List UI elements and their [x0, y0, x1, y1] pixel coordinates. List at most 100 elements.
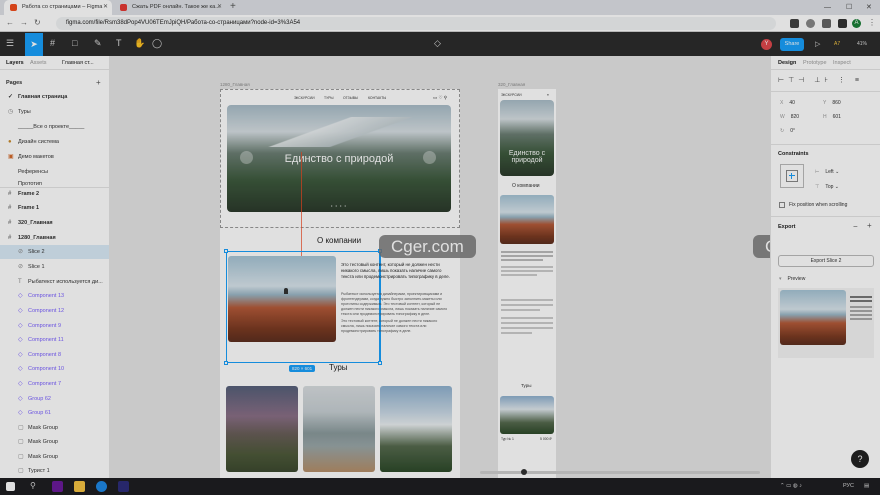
rotation-field[interactable]: ↻ 0° [780, 128, 795, 134]
layer-item[interactable]: ◇ Component 7 [0, 377, 109, 391]
w-field[interactable]: W 820 [780, 114, 799, 120]
windows-start-icon[interactable] [6, 482, 15, 491]
nav-link[interactable]: ЭКСКУРСИИ [294, 96, 315, 100]
layer-item[interactable]: ◇ Component 13 [0, 289, 109, 303]
header-icons[interactable]: ▭ ♡ ⚲ [433, 95, 447, 101]
layer-item[interactable]: ▢ Mask Group [0, 421, 109, 435]
component-icon[interactable]: ◇ [434, 38, 441, 49]
puzzle-icon[interactable] [822, 19, 831, 28]
browser-tab-pdf[interactable]: Сжать PDF онлайн. Такое же ка... ✕ [114, 0, 226, 15]
tour-card[interactable] [303, 386, 375, 472]
design-canvas[interactable]: 1280_Главная 320_Главная ЭКСКУРСИИ ТУРЫ … [110, 56, 770, 478]
music-icon[interactable] [838, 19, 847, 28]
slider-dots[interactable]: • • • • [331, 203, 347, 208]
tray-icons[interactable]: ⌃ ▭ ◍ ♪ [780, 483, 802, 489]
comment-tool-icon[interactable]: ◯ [152, 38, 162, 49]
notifications-icon[interactable]: ▤ [864, 483, 869, 489]
layer-item[interactable]: ▢ Турист 1 [0, 464, 109, 478]
layer-item[interactable]: # Frame 1 [0, 201, 109, 215]
constraint-horizontal[interactable]: ⊢ Left ⌄ [815, 169, 839, 175]
page-item[interactable]: ● Дизайн система [0, 135, 109, 149]
move-tool-icon[interactable]: ➤ [25, 33, 43, 56]
layer-item[interactable]: ▢ Mask Group [0, 450, 109, 464]
layer-item[interactable]: ◇ Component 11 [0, 333, 109, 347]
align-tools[interactable]: ⊢⊤⊣ ⊥⊦ ⋮ ≡ [778, 76, 863, 84]
page-item[interactable]: Референсы [0, 165, 109, 179]
url-field[interactable]: figma.com/file/Rsm38dPop4VU06TEmJpiQH/Ра… [56, 17, 776, 30]
app-icon[interactable] [52, 481, 63, 492]
language-indicator[interactable]: РУС [843, 483, 854, 489]
search-icon[interactable]: ⚲ [30, 481, 36, 490]
tab-layers[interactable]: Layers [6, 60, 24, 66]
fix-scroll-checkbox[interactable] [779, 202, 785, 208]
nav-link[interactable]: ТУРЫ [324, 96, 334, 100]
extension-icon[interactable] [790, 19, 799, 28]
after-effects-icon[interactable] [118, 481, 129, 492]
tab-assets[interactable]: Assets [30, 60, 47, 66]
add-export-icon[interactable]: + [867, 221, 872, 230]
page-item[interactable]: _____Все о проекте_____ [0, 120, 109, 134]
zoom-level[interactable]: 41% [857, 41, 867, 47]
layer-item-selected[interactable]: ⊘ Slice 2 [0, 245, 109, 259]
frame-label-mobile[interactable]: 320_Главная [498, 82, 525, 87]
constraint-vertical[interactable]: ⊤ Top ⌄ [815, 184, 839, 190]
tour-card[interactable] [380, 386, 452, 472]
present-icon[interactable]: ▷ [815, 40, 820, 48]
frame-tool-icon[interactable]: # [50, 38, 55, 48]
nav-link[interactable]: КОНТАКТЫ [368, 96, 386, 100]
tab-page-select[interactable]: Главная ст... [62, 60, 94, 66]
export-button[interactable]: Export Slice 2 [778, 255, 874, 267]
h-field[interactable]: H 601 [823, 114, 841, 120]
page-item[interactable]: Прототип [0, 179, 109, 187]
close-window-icon[interactable]: ✕ [866, 0, 872, 15]
tab-prototype[interactable]: Prototype [803, 60, 827, 66]
forward-icon[interactable]: → [20, 18, 28, 27]
menu-dots-icon[interactable]: ⋮ [868, 18, 876, 27]
layer-item[interactable]: #1280_Главная [0, 231, 109, 245]
layer-item[interactable]: # Frame 2 [0, 187, 109, 201]
tab-inspect[interactable]: Inspect [833, 60, 851, 66]
layer-item[interactable]: ◇ Group 61 [0, 406, 109, 420]
remove-export-icon[interactable]: − [853, 222, 858, 231]
y-field[interactable]: Y 860 [823, 100, 841, 106]
browser-tab-figma[interactable]: Работа со страницами – Figma ✕ [4, 0, 112, 15]
new-tab-icon[interactable]: + [230, 1, 236, 12]
layer-item[interactable]: ◇ Component 8 [0, 348, 109, 362]
profile-avatar[interactable]: A [852, 19, 861, 28]
layer-item[interactable]: T Рыбатекст используется ди... [0, 275, 109, 289]
help-button[interactable]: ? [851, 450, 869, 468]
main-menu-icon[interactable]: ☰ [6, 38, 14, 49]
layer-item[interactable]: #320_Главная [0, 216, 109, 230]
x-field[interactable]: X 40 [780, 100, 795, 106]
resize-handle[interactable] [224, 361, 228, 365]
back-icon[interactable]: ← [6, 18, 14, 27]
share-button[interactable]: Share [780, 38, 804, 51]
text-tool-icon[interactable]: T [116, 38, 122, 48]
hand-tool-icon[interactable]: ✋ [134, 38, 145, 49]
close-tab-icon[interactable]: ✕ [217, 0, 222, 15]
layer-item[interactable]: ⊘ Slice 1 [0, 260, 109, 274]
frame-label-desktop[interactable]: 1280_Главная [220, 82, 250, 87]
scroll-thumb[interactable] [521, 469, 527, 475]
preview-toggle[interactable]: ▾ Preview [779, 276, 805, 282]
pen-tool-icon[interactable]: ✎ [94, 38, 102, 49]
resize-handle[interactable] [224, 249, 228, 253]
mobile-tour-card[interactable] [500, 396, 554, 434]
collaborator-avatar[interactable]: Y [761, 39, 772, 50]
minimize-icon[interactable]: — [824, 0, 831, 15]
chrome-icon[interactable] [96, 481, 107, 492]
reload-icon[interactable]: ↻ [34, 18, 41, 27]
layer-item[interactable]: ◇ Component 9 [0, 319, 109, 333]
layer-item[interactable]: ◇ Component 12 [0, 304, 109, 318]
layer-item[interactable]: ▢ Mask Group [0, 435, 109, 449]
burger-icon[interactable]: ≡ [547, 93, 549, 97]
page-item[interactable]: ◷ Туры [0, 105, 109, 119]
constraints-widget[interactable] [780, 164, 804, 188]
folder-icon[interactable] [74, 481, 85, 492]
page-item[interactable]: ✓ Главная страница [0, 90, 109, 104]
star-icon[interactable] [806, 19, 815, 28]
tour-card[interactable] [226, 386, 298, 472]
add-page-icon[interactable]: + [96, 78, 101, 87]
layer-item[interactable]: ◇ Component 10 [0, 362, 109, 376]
tab-design[interactable]: Design [778, 60, 796, 66]
